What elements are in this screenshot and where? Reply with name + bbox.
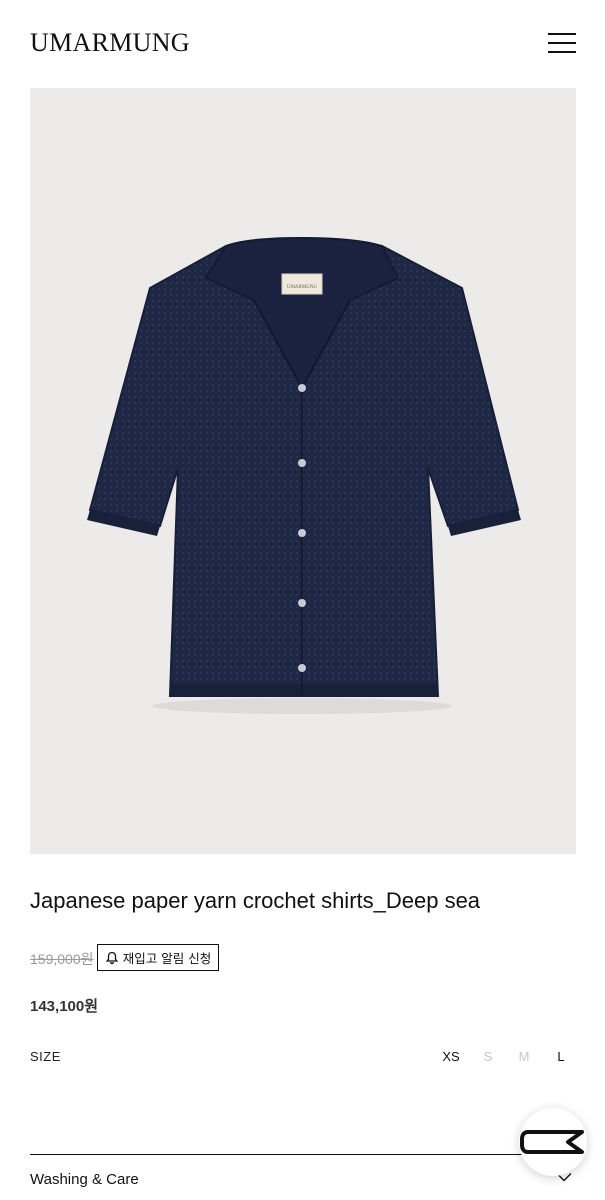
washing-care-toggle[interactable]: Washing & Care [30, 1171, 139, 1188]
product-title: Japanese paper yarn crochet shirts_Deep … [30, 888, 481, 913]
size-option-l[interactable]: L [557, 1049, 564, 1064]
brand-logo[interactable]: UMARMUNG [30, 28, 190, 58]
size-option-xs[interactable]: XS [442, 1049, 459, 1064]
size-selector: XS S M L [0, 1049, 605, 1069]
chat-button[interactable] [519, 1108, 587, 1176]
size-option-m[interactable]: M [519, 1049, 530, 1064]
original-price: 159,000원 [30, 951, 94, 967]
bell-icon [105, 951, 118, 964]
restock-alert-button[interactable]: 재입고 알림 신청 [97, 944, 219, 971]
size-option-s[interactable]: S [484, 1049, 493, 1064]
restock-alert-label: 재입고 알림 신청 [122, 951, 212, 966]
product-image[interactable]: UMARMUNG [30, 88, 576, 854]
shirt-illustration: UMARMUNG [87, 236, 521, 714]
section-divider [30, 1154, 576, 1155]
site-header: UMARMUNG [0, 0, 605, 88]
neck-label-text: UMARMUNG [287, 285, 318, 290]
chat-icon [520, 1130, 584, 1154]
menu-icon[interactable] [548, 33, 576, 53]
sale-price: 143,100원 [30, 998, 99, 1015]
